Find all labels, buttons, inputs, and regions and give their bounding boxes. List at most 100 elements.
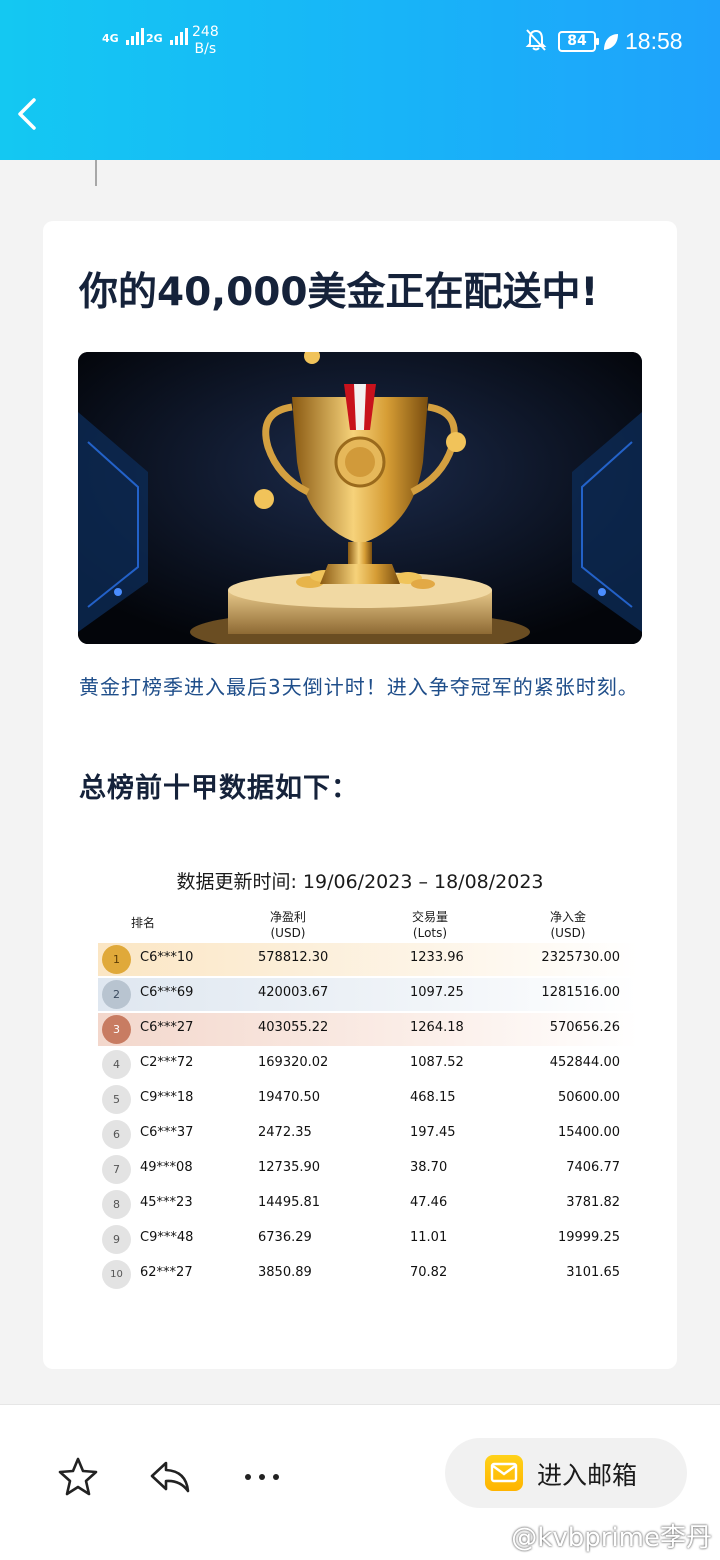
col-deposit-label: 净入金 [549, 910, 586, 924]
trophy-banner-image [78, 352, 642, 644]
row-lots: 197.45 [410, 1125, 456, 1140]
trophy-illustration [78, 352, 642, 644]
row-lots: 70.82 [410, 1265, 448, 1280]
row-deposit: 50600.00 [557, 1090, 620, 1105]
row-name: C9***18 [140, 1090, 194, 1105]
row-deposit: 3781.82 [566, 1195, 620, 1210]
table-row: 1 C6***10 578812.30 1233.96 2325730.00 [98, 943, 638, 976]
clock: 18:58 [625, 28, 683, 54]
col-rank: 排名 [123, 909, 163, 931]
sim1-label: 4G [102, 32, 119, 45]
row-deposit: 2325730.00 [541, 950, 620, 965]
table-row: 10 62***27 3850.89 70.82 3101.65 [98, 1258, 638, 1291]
table-row: 6 C6***37 2472.35 197.45 15400.00 [98, 1118, 638, 1151]
email-headline: 你的40,000美金正在配送中! [79, 270, 599, 315]
row-lots: 1087.52 [410, 1055, 464, 1070]
table-row: 7 49***08 12735.90 38.70 7406.77 [98, 1153, 638, 1186]
row-lots: 468.15 [410, 1090, 456, 1105]
top-bar: 4G 2G 248 B/s 84 18:58 [0, 0, 720, 160]
row-name: C6***37 [140, 1125, 194, 1140]
col-lots-unit: (Lots) [412, 926, 448, 940]
chevron-left-icon[interactable] [10, 92, 50, 136]
rank-badge: 6 [102, 1120, 131, 1149]
email-body: 你的40,000美金正在配送中! 黄金打榜季进入最后3天倒计时！进入争夺冠军的紧… [17, 160, 677, 1405]
row-deposit: 1281516.00 [541, 985, 620, 1000]
row-deposit: 19999.25 [557, 1230, 620, 1245]
col-profit: 净盈利 (USD) [253, 909, 323, 941]
row-profit: 19470.50 [258, 1090, 321, 1105]
col-lots: 交易量 (Lots) [395, 909, 465, 941]
col-profit-label: 净盈利 [269, 910, 306, 924]
row-lots: 47.46 [410, 1195, 448, 1210]
more-icon[interactable] [240, 1455, 284, 1499]
star-icon[interactable] [56, 1455, 100, 1499]
network-speed-unit: B/s [194, 41, 217, 57]
row-name: 49***08 [140, 1160, 193, 1175]
row-lots: 1233.96 [410, 950, 464, 965]
row-lots: 1264.18 [410, 1020, 464, 1035]
leaf-icon [604, 34, 618, 50]
rank-badge: 5 [102, 1085, 131, 1114]
row-deposit: 7406.77 [566, 1160, 620, 1175]
rank-badge: 7 [102, 1155, 131, 1184]
leaderboard-heading: 总榜前十甲数据如下： [79, 773, 359, 804]
intro-text: 黄金打榜季进入最后3天倒计时！进入争夺冠军的紧张时刻。 [79, 675, 639, 699]
battery-icon: 84 [558, 31, 599, 52]
network-speed-value: 248 [192, 24, 219, 40]
open-mailbox-label: 进入邮箱 [537, 1461, 638, 1490]
row-lots: 1097.25 [410, 985, 464, 1000]
row-profit: 403055.22 [258, 1020, 329, 1035]
row-profit: 3850.89 [258, 1265, 312, 1280]
row-deposit: 3101.65 [566, 1265, 620, 1280]
row-profit: 420003.67 [258, 985, 329, 1000]
row-profit: 169320.02 [258, 1055, 329, 1070]
status-bar: 4G 2G 248 B/s 84 18:58 [0, 22, 720, 62]
row-deposit: 452844.00 [549, 1055, 620, 1070]
col-lots-label: 交易量 [411, 910, 448, 924]
col-deposit-unit: (USD) [550, 926, 586, 940]
row-lots: 11.01 [410, 1230, 448, 1245]
row-name: C2***72 [140, 1055, 194, 1070]
table-row: 8 45***23 14495.81 47.46 3781.82 [98, 1188, 638, 1221]
rank-badge: 9 [102, 1225, 131, 1254]
row-name: 62***27 [140, 1265, 193, 1280]
row-profit: 12735.90 [258, 1160, 321, 1175]
bottom-action-bar: 进入邮箱 @kvbprime李丹 [0, 1404, 720, 1560]
mail-app-icon [485, 1455, 523, 1491]
col-rank-label: 排名 [130, 916, 155, 930]
rank-badge-bronze: 3 [102, 1015, 131, 1044]
row-deposit: 570656.26 [549, 1020, 620, 1035]
row-name: 45***23 [140, 1195, 193, 1210]
row-lots: 38.70 [410, 1160, 448, 1175]
row-profit: 14495.81 [258, 1195, 321, 1210]
signal-sim2-icon: 2G [146, 28, 190, 45]
email-card: 你的40,000美金正在配送中! 黄金打榜季进入最后3天倒计时！进入争夺冠军的紧… [43, 221, 677, 1369]
rank-badge-silver: 2 [102, 980, 131, 1009]
update-period: 数据更新时间: 19/06/2023 – 18/08/2023 [176, 871, 544, 893]
mute-bell-icon [525, 29, 547, 51]
watermark: @kvbprime李丹 [511, 1523, 712, 1553]
rank-badge: 8 [102, 1190, 131, 1219]
open-mailbox-button[interactable]: 进入邮箱 [445, 1438, 687, 1508]
row-profit: 2472.35 [258, 1125, 312, 1140]
rank-badge: 4 [102, 1050, 131, 1079]
row-deposit: 15400.00 [557, 1125, 620, 1140]
rank-badge: 10 [102, 1260, 131, 1289]
row-name: C6***27 [140, 1020, 194, 1035]
sim2-label: 2G [146, 32, 163, 45]
reply-icon[interactable] [148, 1455, 192, 1499]
table-row: 9 C9***48 6736.29 11.01 19999.25 [98, 1223, 638, 1256]
col-profit-unit: (USD) [270, 926, 306, 940]
row-profit: 578812.30 [258, 950, 329, 965]
row-name: C6***69 [140, 985, 194, 1000]
divider [95, 160, 97, 186]
network-speed: 248 B/s [192, 24, 219, 58]
row-name: C6***10 [140, 950, 194, 965]
signal-sim1-icon: 4G [102, 28, 146, 45]
table-row: 3 C6***27 403055.22 1264.18 570656.26 [98, 1013, 638, 1046]
table-row: 5 C9***18 19470.50 468.15 50600.00 [98, 1083, 638, 1116]
table-row: 4 C2***72 169320.02 1087.52 452844.00 [98, 1048, 638, 1081]
col-deposit: 净入金 (USD) [533, 909, 603, 941]
row-name: C9***48 [140, 1230, 194, 1245]
rank-badge-gold: 1 [102, 945, 131, 974]
